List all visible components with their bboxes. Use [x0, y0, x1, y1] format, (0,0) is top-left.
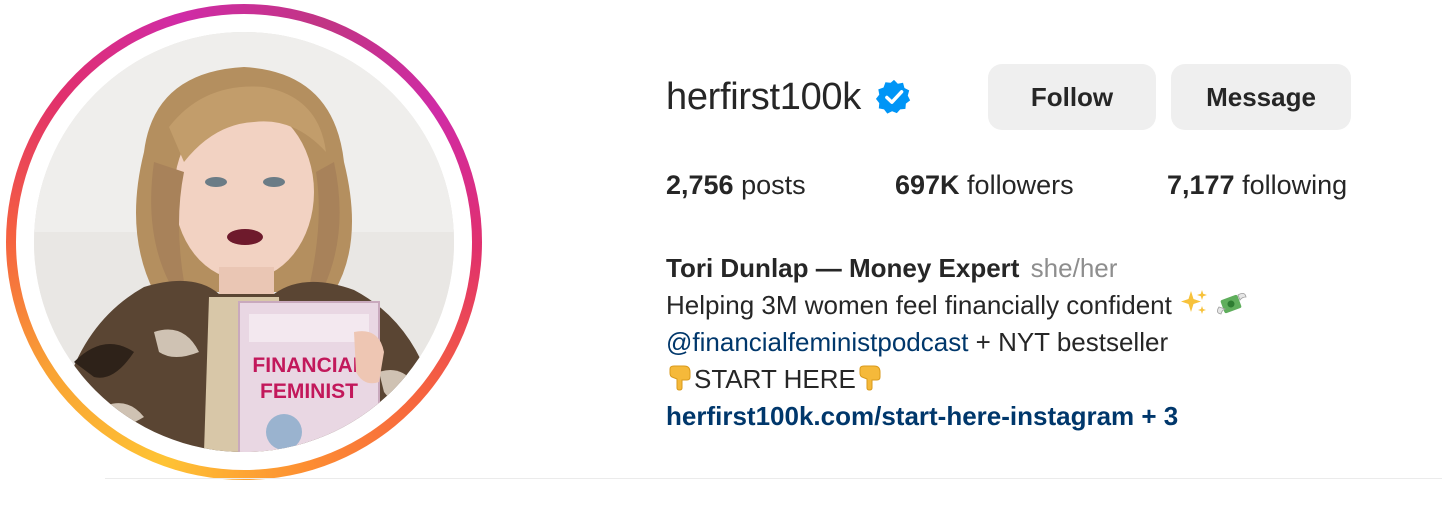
section-divider [105, 478, 1442, 479]
bio-line-1: Helping 3M women feel financially confid… [666, 287, 1426, 324]
bio-name-line: Tori Dunlap — Money Expert she/her [666, 250, 1426, 287]
bio-bestseller-text: + NYT bestseller [968, 327, 1169, 357]
posts-number: 2,756 [666, 170, 734, 200]
followers-label: followers [959, 170, 1074, 200]
money-with-wings-icon [1216, 289, 1248, 327]
username: herfirst100k [666, 75, 861, 118]
followers-link[interactable]: 697K followers [895, 170, 1074, 201]
pointing-down-hand-icon [856, 363, 884, 401]
pointing-down-hand-icon [666, 363, 694, 401]
profile-bio: Tori Dunlap — Money Expert she/her Helpi… [666, 250, 1426, 435]
bio-external-link[interactable]: herfirst100k.com/start-here-instagram + … [666, 401, 1178, 431]
bio-tagline: Helping 3M women feel financially confid… [666, 290, 1172, 320]
followers-number: 697K [895, 170, 960, 200]
bio-link-line: herfirst100k.com/start-here-instagram + … [666, 398, 1426, 435]
following-link[interactable]: 7,177 following [1167, 170, 1347, 201]
book-title-line2: FEMINIST [260, 380, 358, 403]
message-button[interactable]: Message [1171, 64, 1351, 130]
start-here-text: START HERE [694, 364, 856, 394]
following-number: 7,177 [1167, 170, 1235, 200]
bio-line-3: START HERE [666, 361, 1426, 398]
pronouns: she/her [1030, 253, 1118, 283]
verified-badge-icon [875, 78, 913, 116]
sparkles-icon [1179, 289, 1209, 327]
podcast-mention-link[interactable]: @financialfeministpodcast [666, 327, 968, 357]
bio-line-2: @financialfeministpodcast + NYT bestsell… [666, 324, 1426, 361]
avatar-gap: FINANCIAL FEMINIST [16, 14, 472, 470]
following-label: following [1234, 170, 1348, 200]
book-title-line1: FINANCIAL [252, 354, 365, 377]
posts-label: posts [733, 170, 806, 200]
avatar-photo-illustration: FINANCIAL FEMINIST [34, 32, 454, 452]
posts-count: 2,756 posts [666, 170, 806, 201]
full-name: Tori Dunlap — Money Expert [666, 253, 1020, 283]
avatar: FINANCIAL FEMINIST [34, 32, 454, 452]
profile-header: FINANCIAL FEMINIST herfirst100k Follow M… [0, 0, 1442, 480]
username-row: herfirst100k [666, 64, 913, 130]
story-ring-avatar[interactable]: FINANCIAL FEMINIST [6, 4, 482, 480]
follow-button[interactable]: Follow [988, 64, 1156, 130]
